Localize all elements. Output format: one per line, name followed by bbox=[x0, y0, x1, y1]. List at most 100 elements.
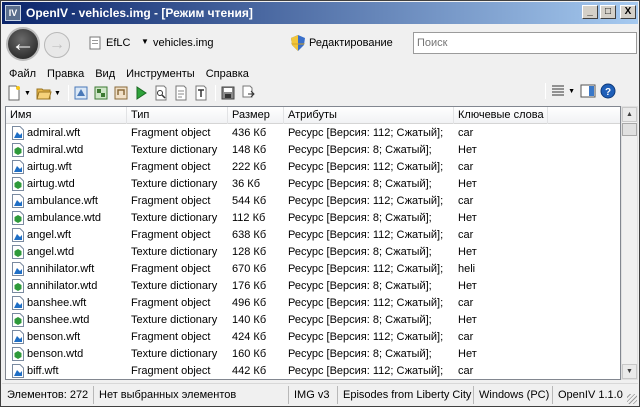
edit-mode-button[interactable]: Редактирование bbox=[291, 33, 393, 53]
table-row[interactable]: banshee.wtd Texture dictionary 140 Кб Ресур… bbox=[6, 311, 620, 328]
menu-file[interactable]: Файл bbox=[2, 68, 40, 80]
column-header-type[interactable]: Тип bbox=[127, 107, 228, 124]
fragment-file-icon bbox=[12, 227, 24, 242]
cell-type: Fragment object bbox=[131, 160, 211, 173]
menu-edit[interactable]: Правка bbox=[40, 68, 88, 80]
find-button[interactable] bbox=[153, 85, 169, 101]
menu-tools[interactable]: Инструменты bbox=[119, 68, 199, 80]
menu-help[interactable]: Справка bbox=[199, 68, 253, 80]
status-game: Episodes from Liberty City bbox=[338, 385, 474, 404]
model-viewer-button[interactable] bbox=[73, 85, 89, 101]
cell-attributes: Ресурс [Версия: 112; Сжатый]; bbox=[288, 160, 444, 173]
menu-view[interactable]: Вид bbox=[88, 68, 119, 80]
breadcrumb-chevron-icon[interactable]: ▼ bbox=[141, 37, 149, 46]
cell-size: 140 Кб bbox=[232, 313, 267, 326]
new-file-dropdown-icon[interactable]: ▼ bbox=[24, 90, 31, 97]
table-row[interactable]: ambulance.wtd Texture dictionary 112 Кб Рес… bbox=[6, 209, 620, 226]
cell-type: Fragment object bbox=[131, 296, 211, 309]
table-row[interactable]: ambulance.wft Fragment object 544 Кб Ресурс… bbox=[6, 192, 620, 209]
cell-type: Fragment object bbox=[131, 126, 211, 139]
status-item-count: Элементов: 272 bbox=[2, 385, 94, 404]
new-file-button[interactable] bbox=[6, 85, 22, 101]
preview-pane-icon bbox=[580, 84, 596, 98]
texture-file-icon bbox=[12, 210, 24, 225]
vertical-scrollbar[interactable]: ▲ ▼ bbox=[621, 106, 638, 380]
window-controls: _ □ X bbox=[582, 5, 636, 19]
resize-grip-icon[interactable] bbox=[627, 394, 637, 404]
scroll-thumb[interactable] bbox=[622, 123, 637, 136]
properties-button[interactable] bbox=[173, 85, 189, 101]
table-row[interactable]: admiral.wft Fragment object 436 Кб Ресурс [… bbox=[6, 124, 620, 141]
scroll-down-icon[interactable]: ▼ bbox=[622, 364, 637, 379]
table-row[interactable]: annihilator.wtd Texture dictionary 176 Кб Р… bbox=[6, 277, 620, 294]
cell-name: biff.wft bbox=[6, 363, 127, 378]
view-mode-dropdown-icon[interactable]: ▼ bbox=[568, 88, 575, 95]
run-button[interactable] bbox=[133, 85, 149, 101]
file-name: angel.wtd bbox=[27, 245, 75, 258]
texture-file-icon bbox=[12, 278, 24, 293]
table-row[interactable]: airtug.wft Fragment object 222 Кб Ресурс [В… bbox=[6, 158, 620, 175]
file-list[interactable]: Имя Тип Размер Атрибуты Ключевые слова a… bbox=[5, 106, 621, 380]
breadcrumb-root[interactable]: EfLC bbox=[106, 37, 130, 49]
list-view-icon bbox=[552, 85, 565, 96]
status-bar: Элементов: 272 Нет выбранных элементов I… bbox=[2, 383, 638, 405]
table-row[interactable]: benson.wft Fragment object 424 Кб Ресурс [В… bbox=[6, 328, 620, 345]
table-row[interactable]: angel.wtd Texture dictionary 128 Кб Ресурс … bbox=[6, 243, 620, 260]
texture-viewer-button[interactable] bbox=[93, 85, 109, 101]
search-input[interactable] bbox=[413, 32, 637, 54]
text-editor-button[interactable] bbox=[193, 85, 209, 101]
open-folder-button[interactable] bbox=[36, 85, 52, 101]
cell-name: annihilator.wft bbox=[6, 261, 127, 276]
status-version: OpenIV 1.1.0 bbox=[558, 388, 623, 401]
column-header-size[interactable]: Размер bbox=[228, 107, 284, 124]
fragment-file-icon bbox=[12, 125, 24, 140]
export-button[interactable] bbox=[240, 85, 256, 101]
column-header-name[interactable]: Имя bbox=[6, 107, 127, 124]
cell-attributes: Ресурс [Версия: 112; Сжатый]; bbox=[288, 330, 444, 343]
forward-button[interactable]: → bbox=[44, 32, 70, 58]
cell-name: angel.wtd bbox=[6, 244, 127, 259]
cell-size: 436 Кб bbox=[232, 126, 267, 139]
table-row[interactable]: angel.wft Fragment object 638 Кб Ресурс [Ве… bbox=[6, 226, 620, 243]
toolbar-separator bbox=[545, 83, 547, 99]
column-header-attributes[interactable]: Атрибуты bbox=[284, 107, 454, 124]
open-folder-dropdown-icon[interactable]: ▼ bbox=[54, 90, 61, 97]
audio-button[interactable] bbox=[113, 85, 129, 101]
preview-pane-button[interactable] bbox=[580, 83, 596, 99]
save-button[interactable] bbox=[220, 85, 236, 101]
edit-mode-label: Редактирование bbox=[309, 37, 393, 49]
help-button[interactable]: ? bbox=[600, 83, 616, 99]
table-row[interactable]: banshee.wft Fragment object 496 Кб Ресурс [… bbox=[6, 294, 620, 311]
cell-size: 670 Кб bbox=[232, 262, 267, 275]
close-button[interactable]: X bbox=[620, 5, 636, 19]
fragment-file-icon bbox=[12, 363, 24, 378]
back-button[interactable]: ← bbox=[6, 27, 40, 61]
title-bar[interactable]: IV OpenIV - vehicles.img - [Режим чтения… bbox=[2, 2, 638, 24]
cell-size: 424 Кб bbox=[232, 330, 267, 343]
help-icon: ? bbox=[600, 83, 616, 99]
folder-icon bbox=[89, 36, 101, 50]
table-row[interactable]: biff.wft Fragment object 442 Кб Ресурс [Вер… bbox=[6, 362, 620, 379]
table-row[interactable]: annihilator.wft Fragment object 670 Кб Ресу… bbox=[6, 260, 620, 277]
scroll-up-icon[interactable]: ▲ bbox=[622, 107, 637, 122]
cell-attributes: Ресурс [Версия: 112; Сжатый]; bbox=[288, 364, 444, 377]
table-row[interactable]: airtug.wtd Texture dictionary 36 Кб Ресурс … bbox=[6, 175, 620, 192]
fragment-file-icon bbox=[12, 295, 24, 310]
cell-size: 128 Кб bbox=[232, 245, 267, 258]
cell-attributes: Ресурс [Версия: 112; Сжатый]; bbox=[288, 194, 444, 207]
minimize-button[interactable]: _ bbox=[582, 5, 598, 19]
table-row[interactable]: admiral.wtd Texture dictionary 148 Кб Ресур… bbox=[6, 141, 620, 158]
view-mode-button[interactable] bbox=[550, 83, 566, 99]
maximize-button[interactable]: □ bbox=[600, 5, 616, 19]
menu-bar: Файл Правка Вид Инструменты Справка bbox=[2, 65, 638, 82]
breadcrumb-file[interactable]: vehicles.img bbox=[153, 37, 214, 49]
cell-size: 638 Кб bbox=[232, 228, 267, 241]
table-row[interactable]: benson.wtd Texture dictionary 160 Кб Ресурс… bbox=[6, 345, 620, 362]
find-icon bbox=[155, 85, 167, 101]
window-title: OpenIV - vehicles.img - [Режим чтения] bbox=[26, 6, 253, 20]
column-header-keywords[interactable]: Ключевые слова bbox=[454, 107, 548, 124]
cell-name: admiral.wtd bbox=[6, 142, 127, 157]
model-icon bbox=[74, 86, 88, 100]
toolbar-separator bbox=[214, 85, 216, 101]
openiv-app-icon[interactable]: IV bbox=[5, 5, 21, 21]
